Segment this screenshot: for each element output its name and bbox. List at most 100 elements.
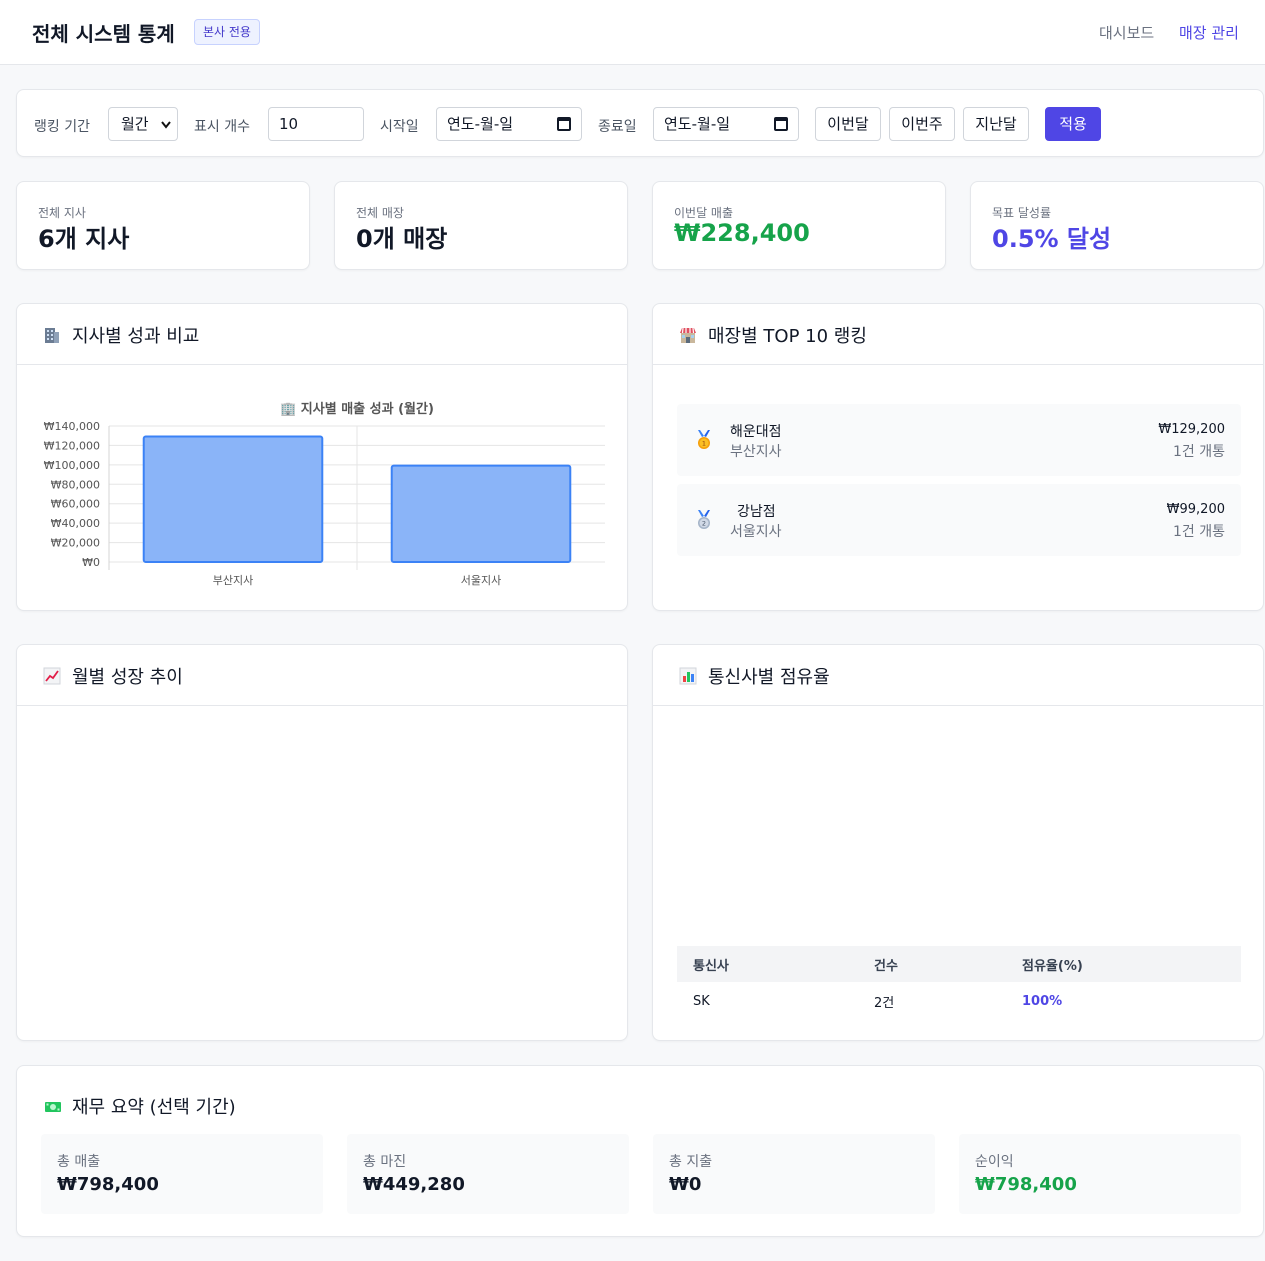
y-tick-label: ₩0 — [82, 556, 100, 569]
branch-name: 서울지사 — [730, 524, 782, 540]
this-week-button[interactable]: 이번주 — [889, 107, 955, 141]
finance-value: ₩0 — [669, 1174, 702, 1195]
column-header: 점유율(%) — [1006, 946, 1241, 982]
end-date-label: 종료일 — [598, 119, 637, 135]
panel-header: 매장별 TOP 10 랭킹 — [653, 304, 1263, 365]
nav-dashboard-link[interactable]: 대시보드 — [1099, 22, 1154, 43]
finance-label: 총 마진 — [363, 1154, 407, 1170]
stat-value: 0.5% 달성 — [992, 225, 1112, 253]
calendar-icon[interactable] — [557, 117, 571, 131]
finance-value: ₩798,400 — [975, 1174, 1077, 1195]
panel-header: 통신사별 점유율 — [653, 645, 1263, 706]
chart-title: 🏢 지사별 매출 성과 (월간) — [280, 401, 434, 417]
chart-increasing-icon — [43, 667, 61, 685]
display-count-label: 표시 개수 — [194, 119, 250, 135]
panel-title: 지사별 성과 비교 — [72, 326, 200, 347]
panel-title: 통신사별 점유율 — [708, 667, 830, 688]
branch-sales-bar-chart: 🏢 지사별 매출 성과 (월간) ₩0 ₩20,000 ₩40,000 ₩60,000 ₩… — [44, 401, 605, 587]
ranking-item[interactable]: 2 강남점 서울지사 ₩99,200 1건 개통 — [677, 484, 1241, 556]
y-tick-label: ₩100,000 — [44, 459, 100, 472]
store-ranking-panel: 매장별 TOP 10 랭킹 1 해운대점 부산지사 ₩129,200 1건 개통… — [652, 303, 1264, 611]
store-name: 강남점 — [737, 504, 776, 520]
money-icon — [45, 1102, 61, 1112]
bar-chart-icon — [679, 667, 697, 685]
finance-item-total-expense: 총 지출 ₩0 — [653, 1134, 935, 1214]
finance-item-total-margin: 총 마진 ₩449,280 — [347, 1134, 629, 1214]
carrier-share-table: 통신사 건수 점유율(%) SK 2건 100% — [677, 946, 1241, 1020]
start-date-placeholder: 연도-월-일 — [447, 115, 514, 133]
last-month-button[interactable]: 지난달 — [963, 107, 1029, 141]
y-tick-label: ₩120,000 — [44, 439, 100, 452]
stat-value: 0개 매장 — [356, 225, 448, 253]
store-amount: ₩129,200 — [1158, 422, 1225, 437]
y-tick-label: ₩20,000 — [51, 537, 100, 550]
finance-label: 총 매출 — [57, 1154, 101, 1170]
panel-title: 매장별 TOP 10 랭킹 — [708, 326, 867, 347]
silver-medal-icon: 2 — [698, 510, 710, 529]
carrier-cell: SK — [693, 993, 710, 1009]
y-tick-label: ₩60,000 — [51, 498, 100, 511]
ranking-period-value: 월간 — [121, 115, 149, 133]
table-header-row: 통신사 건수 점유율(%) — [677, 946, 1241, 982]
store-icon — [680, 327, 696, 343]
top-navbar: 전체 시스템 통계 본사 전용 대시보드 매장 관리 — [0, 0, 1265, 65]
display-count-input[interactable]: 10 — [268, 107, 364, 141]
store-amount: ₩99,200 — [1166, 502, 1225, 517]
trend-chart-area — [17, 707, 627, 1037]
end-date-placeholder: 연도-월-일 — [664, 115, 731, 133]
nav-store-management-link[interactable]: 매장 관리 — [1179, 22, 1239, 43]
panel-title: 월별 성장 추이 — [72, 667, 183, 688]
start-date-label: 시작일 — [380, 119, 419, 135]
column-header: 통신사 — [677, 946, 858, 982]
gold-medal-icon: 1 — [698, 430, 710, 449]
end-date-input[interactable]: 연도-월-일 — [653, 107, 799, 141]
hq-only-badge: 본사 전용 — [194, 19, 260, 45]
apply-button[interactable]: 적용 — [1045, 107, 1101, 141]
page-title: 전체 시스템 통계 — [32, 22, 175, 46]
stat-card-monthly-sales: 이번달 매출 ₩228,400 — [652, 181, 946, 270]
svg-text:2: 2 — [702, 520, 706, 528]
branch-name: 부산지사 — [730, 444, 782, 460]
carrier-share-panel: 통신사별 점유율 통신사 건수 점유율(%) SK 2건 100% — [652, 644, 1264, 1041]
stat-card-stores: 전체 매장 0개 매장 — [334, 181, 628, 270]
svg-text:1: 1 — [702, 440, 706, 448]
ranking-item[interactable]: 1 해운대점 부산지사 ₩129,200 1건 개통 — [677, 404, 1241, 476]
ranking-period-select[interactable]: 월간 — [108, 107, 178, 141]
finance-label: 총 지출 — [669, 1154, 713, 1170]
y-tick-label: ₩140,000 — [44, 420, 100, 433]
bar — [142, 435, 324, 563]
finance-summary-panel: 재무 요약 (선택 기간) 총 매출 ₩798,400 총 마진 ₩449,28… — [16, 1065, 1264, 1237]
y-tick-label: ₩40,000 — [51, 517, 100, 530]
filter-bar: 랭킹 기간 월간 표시 개수 10 시작일 연도-월-일 종료일 연도-월-일 … — [16, 89, 1264, 157]
activation-count: 1건 개통 — [1173, 524, 1225, 540]
branch-performance-panel: 지사별 성과 비교 🏢 지사별 매출 성과 (월간) ₩0 ₩20,000 ₩40,0… — [16, 303, 628, 611]
finance-item-net-profit: 순이익 ₩798,400 — [959, 1134, 1241, 1214]
finance-value: ₩798,400 — [57, 1174, 159, 1195]
calendar-icon[interactable] — [774, 117, 788, 131]
count-cell: 2건 — [874, 995, 895, 1011]
column-header: 건수 — [858, 946, 1006, 982]
x-tick-label: 부산지사 — [213, 574, 253, 587]
stat-card-branches: 전체 지사 6개 지사 — [16, 181, 310, 270]
stat-card-goal-rate: 목표 달성률 0.5% 달성 — [970, 181, 1264, 270]
this-month-button[interactable]: 이번달 — [815, 107, 881, 141]
activation-count: 1건 개통 — [1173, 444, 1225, 460]
stat-value: ₩228,400 — [674, 219, 810, 247]
table-row: SK 2건 100% — [677, 982, 1241, 1020]
monthly-trend-panel: 월별 성장 추이 — [16, 644, 628, 1041]
ranking-period-label: 랭킹 기간 — [34, 119, 90, 135]
y-tick-label: ₩80,000 — [51, 478, 100, 491]
panel-header: 지사별 성과 비교 — [17, 304, 627, 365]
x-tick-label: 서울지사 — [461, 574, 501, 587]
finance-item-total-sales: 총 매출 ₩798,400 — [41, 1134, 323, 1214]
panel-header: 월별 성장 추이 — [17, 645, 627, 706]
finance-label: 순이익 — [975, 1154, 1014, 1170]
store-name: 해운대점 — [730, 424, 782, 440]
office-building-icon — [45, 328, 59, 343]
carrier-chart-area — [653, 707, 1263, 937]
start-date-input[interactable]: 연도-월-일 — [436, 107, 582, 141]
bar — [390, 464, 572, 563]
stat-value: 6개 지사 — [38, 225, 130, 253]
chevron-down-icon — [161, 121, 171, 129]
panel-title: 재무 요약 (선택 기간) — [72, 1097, 236, 1118]
